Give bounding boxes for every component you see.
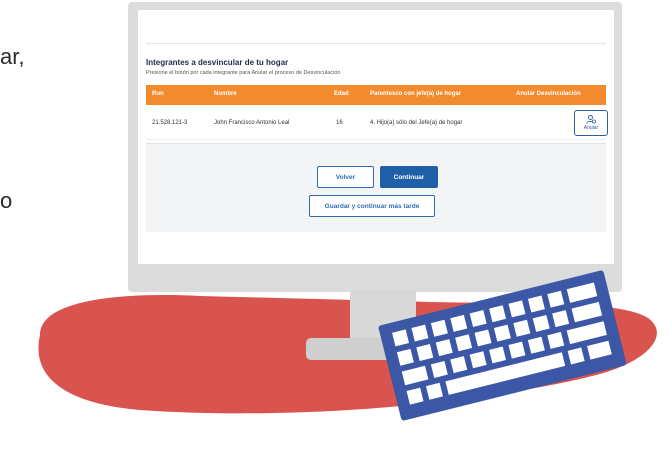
keyboard-illustration bbox=[378, 270, 627, 421]
